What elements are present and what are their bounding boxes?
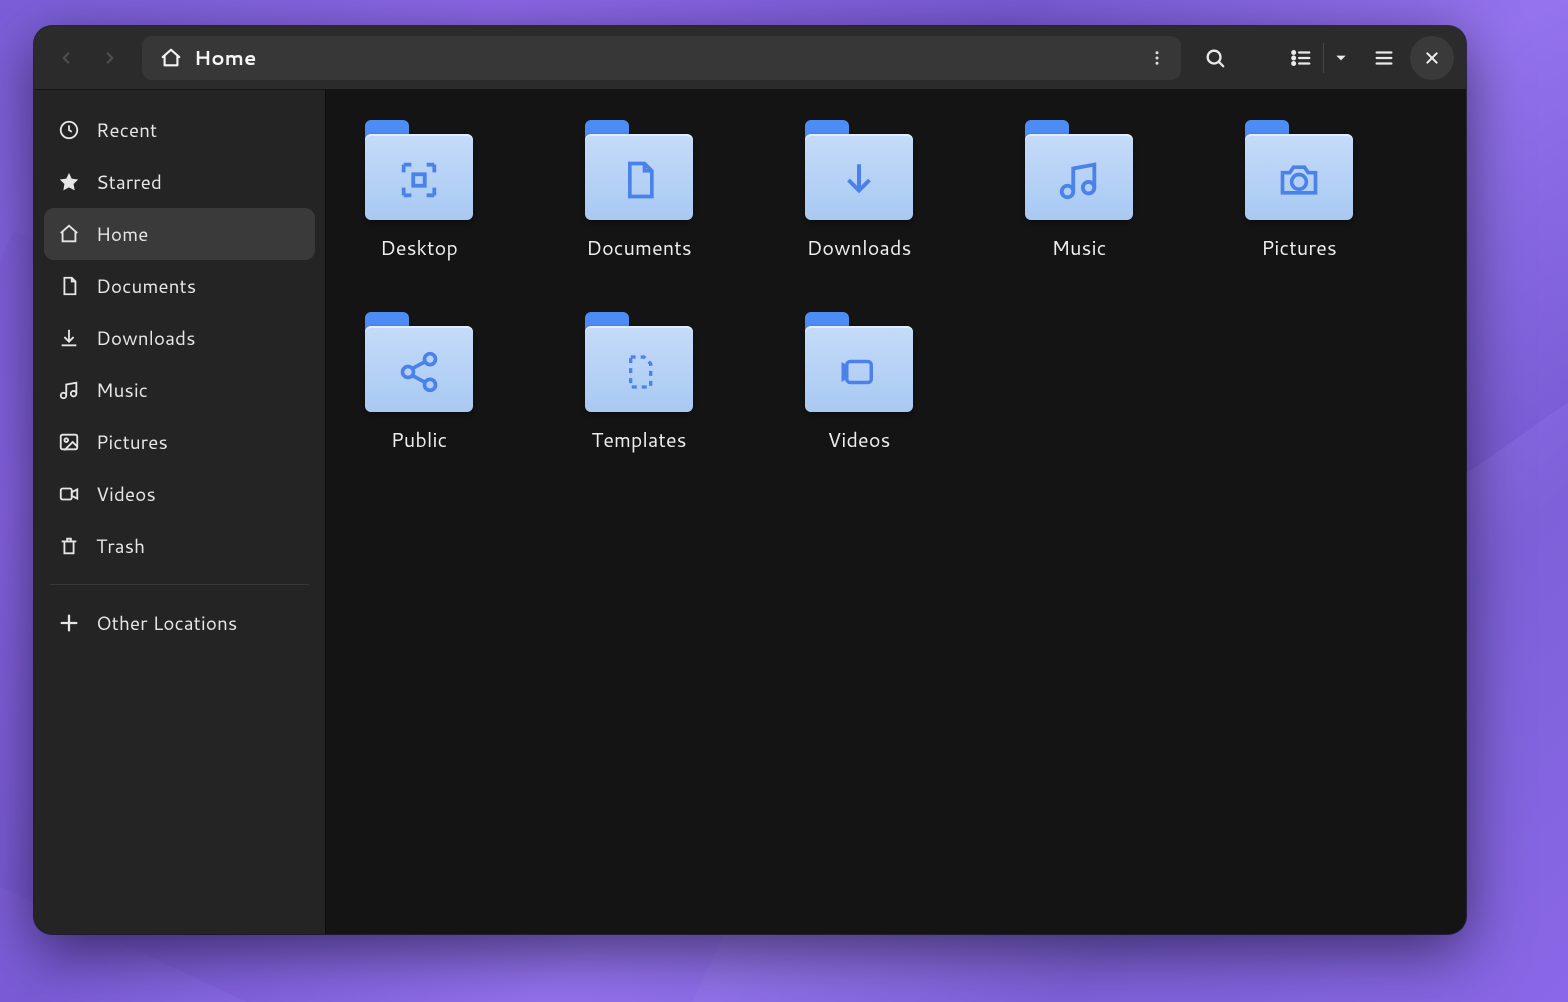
folder-icon: [805, 120, 913, 220]
folder-pictures[interactable]: Pictures: [1234, 120, 1364, 262]
sidebar-item-starred[interactable]: Starred: [44, 156, 315, 208]
back-button[interactable]: [46, 38, 86, 78]
sidebar-item-label: Pictures: [96, 429, 168, 456]
icon-grid: Desktop Documents Downloads Music Pictures Pu…: [354, 120, 1438, 454]
folder-icon: [1245, 120, 1353, 220]
trash-icon: [58, 535, 80, 557]
folder-downloads[interactable]: Downloads: [794, 120, 924, 262]
chevron-right-icon: [101, 49, 119, 67]
close-window-button[interactable]: [1410, 36, 1454, 80]
folder-label: Videos: [828, 426, 891, 454]
hamburger-menu-button[interactable]: [1362, 36, 1406, 80]
folder-icon: [585, 120, 693, 220]
sidebar-item-label: Other Locations: [96, 610, 237, 637]
sidebar-item-label: Home: [96, 221, 148, 248]
chevron-left-icon: [57, 49, 75, 67]
folder-label: Desktop: [380, 234, 458, 262]
folder-icon: [365, 120, 473, 220]
sidebar-item-label: Videos: [96, 481, 156, 508]
download-icon: [58, 327, 80, 349]
home-icon: [58, 223, 80, 245]
close-icon: [1424, 50, 1440, 66]
folder-music[interactable]: Music: [1014, 120, 1144, 262]
folder-public[interactable]: Public: [354, 312, 484, 454]
document-icon: [58, 275, 80, 297]
chevron-down-icon: [1334, 51, 1348, 65]
folder-label: Pictures: [1261, 234, 1337, 262]
star-icon: [58, 171, 80, 193]
image-icon: [58, 431, 80, 453]
kebab-icon: [1148, 49, 1166, 67]
sidebar-item-recent[interactable]: Recent: [44, 104, 315, 156]
search-icon: [1204, 47, 1226, 69]
sidebar-item-label: Downloads: [96, 325, 196, 352]
sidebar-item-label: Music: [96, 377, 148, 404]
sidebar-item-label: Starred: [96, 169, 162, 196]
folder-icon: [1025, 120, 1133, 220]
path-bar[interactable]: Home: [142, 36, 1181, 80]
folder-label: Public: [391, 426, 448, 454]
folder-templates[interactable]: Templates: [574, 312, 704, 454]
sidebar-item-home[interactable]: Home: [44, 208, 315, 260]
list-icon: [1290, 47, 1312, 69]
sidebar: Recent Starred Home Documents Downloads Music…: [34, 90, 326, 934]
folder-icon: [805, 312, 913, 412]
folder-desktop[interactable]: Desktop: [354, 120, 484, 262]
view-options-button[interactable]: [1324, 36, 1358, 80]
path-menu-button[interactable]: [1139, 40, 1175, 76]
forward-button[interactable]: [90, 38, 130, 78]
sidebar-item-pictures[interactable]: Pictures: [44, 416, 315, 468]
content-area[interactable]: Desktop Documents Downloads Music Pictures Pu…: [326, 90, 1466, 934]
sidebar-item-trash[interactable]: Trash: [44, 520, 315, 572]
view-switch-group: [1279, 36, 1358, 80]
folder-label: Music: [1052, 234, 1107, 262]
search-button[interactable]: [1193, 36, 1237, 80]
video-icon: [58, 483, 80, 505]
home-icon: [160, 47, 182, 69]
path-label: Home: [194, 44, 256, 72]
sidebar-item-downloads[interactable]: Downloads: [44, 312, 315, 364]
folder-label: Documents: [586, 234, 691, 262]
sidebar-item-label: Recent: [96, 117, 157, 144]
folder-label: Downloads: [807, 234, 912, 262]
file-manager-window: Home RecentStarredHomeDoc: [34, 26, 1466, 934]
music-icon: [58, 379, 80, 401]
clock-icon: [58, 119, 80, 141]
folder-documents[interactable]: Documents: [574, 120, 704, 262]
headerbar: Home: [34, 26, 1466, 90]
folder-videos[interactable]: Videos: [794, 312, 924, 454]
folder-icon: [585, 312, 693, 412]
sidebar-divider: [50, 584, 309, 585]
sidebar-item-music[interactable]: Music: [44, 364, 315, 416]
sidebar-item-label: Trash: [96, 533, 145, 560]
plus-icon: [58, 612, 80, 634]
sidebar-item-label: Documents: [96, 273, 196, 300]
sidebar-item-other-locations[interactable]: Other Locations: [44, 597, 315, 649]
folder-label: Templates: [591, 426, 686, 454]
sidebar-item-videos[interactable]: Videos: [44, 468, 315, 520]
list-view-button[interactable]: [1279, 36, 1323, 80]
sidebar-item-documents[interactable]: Documents: [44, 260, 315, 312]
hamburger-icon: [1373, 47, 1395, 69]
folder-icon: [365, 312, 473, 412]
